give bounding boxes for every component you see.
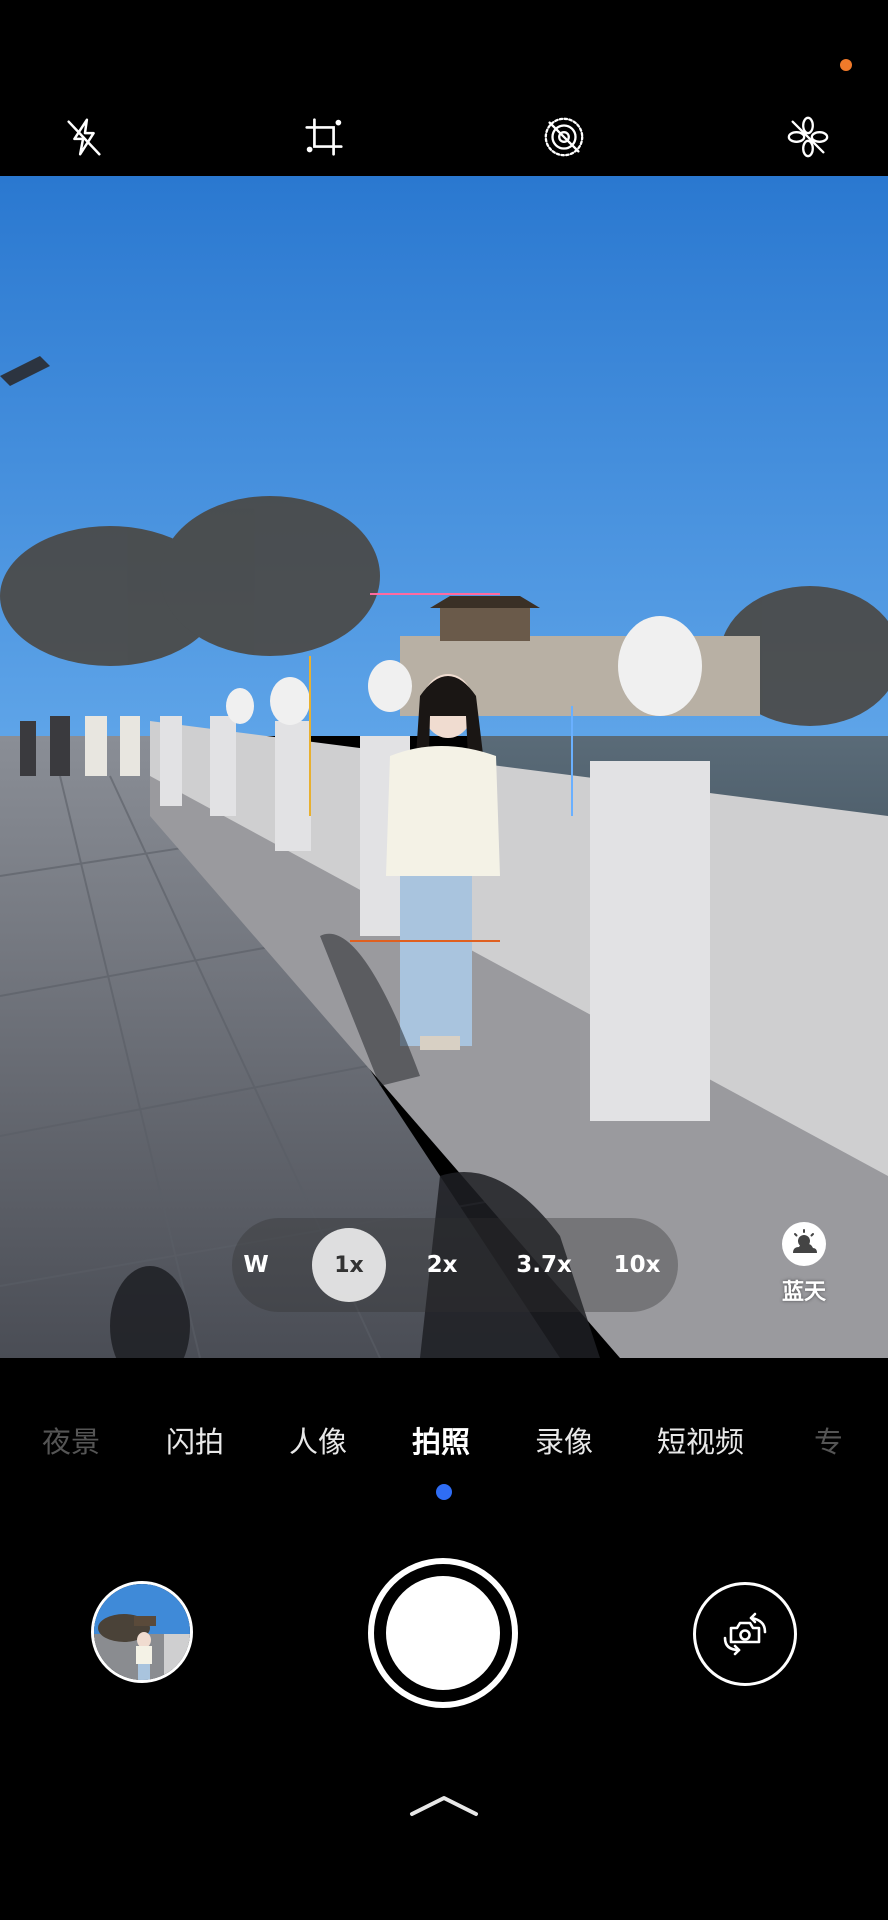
sun-cloud-icon — [782, 1222, 826, 1266]
mode-video[interactable]: 录像 — [535, 1410, 593, 1470]
mode-night[interactable]: 夜景 — [42, 1410, 100, 1470]
zoom-option-10x[interactable]: 10x — [602, 1218, 672, 1312]
viewfinder-scene-image — [0, 176, 888, 1358]
shutter-button[interactable] — [368, 1558, 518, 1708]
mode-snap[interactable]: 闪拍 — [166, 1410, 224, 1470]
zoom-option-3-7x[interactable]: 3.7x — [504, 1218, 584, 1312]
camera-flip-icon — [723, 1612, 767, 1656]
mode-pro[interactable]: 专 — [814, 1410, 843, 1470]
selected-mode-indicator — [436, 1484, 452, 1500]
chevron-up-icon[interactable] — [404, 1790, 484, 1820]
zoom-selector: W 1x 2x 3.7x 10x — [232, 1218, 678, 1312]
top-toolbar — [0, 100, 888, 176]
flash-off-icon[interactable] — [60, 113, 108, 161]
shutter-inner — [386, 1576, 500, 1690]
scene-recognition-button[interactable]: 蓝天 — [774, 1222, 834, 1306]
zoom-option-2x[interactable]: 2x — [412, 1218, 472, 1312]
crop-frame-icon[interactable] — [300, 113, 348, 161]
mode-photo[interactable]: 拍照 — [412, 1410, 470, 1470]
live-photo-off-icon[interactable] — [540, 113, 588, 161]
scene-label: 蓝天 — [781, 1280, 826, 1305]
zoom-option-1x[interactable]: 1x — [312, 1228, 386, 1302]
camera-viewfinder[interactable] — [0, 176, 888, 1358]
filter-icon[interactable] — [784, 113, 832, 161]
gallery-thumbnail[interactable] — [91, 1581, 193, 1683]
mode-portrait[interactable]: 人像 — [289, 1410, 347, 1470]
camera-mode-strip: 夜景 闪拍 人像 拍照 录像 短视频 专 — [0, 1410, 888, 1470]
mode-short-video[interactable]: 短视频 — [657, 1410, 744, 1470]
zoom-option-wide[interactable]: W — [232, 1218, 280, 1312]
status-indicator-dot — [840, 59, 852, 71]
switch-camera-button[interactable] — [693, 1582, 797, 1686]
